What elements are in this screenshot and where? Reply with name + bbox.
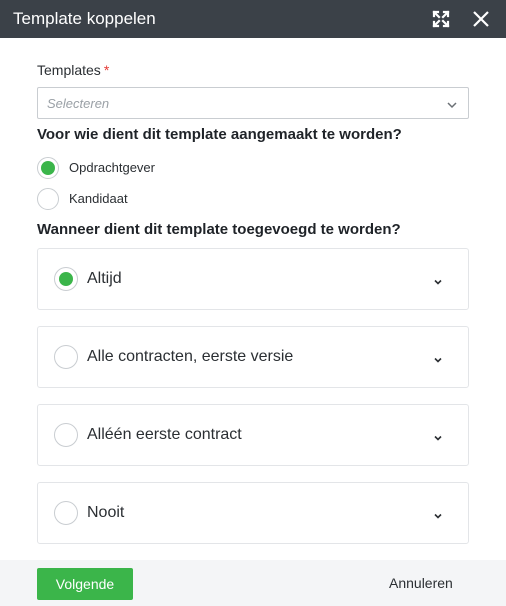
option-card-nooit[interactable]: Nooit xyxy=(37,482,469,544)
radio-label: Opdrachtgever xyxy=(69,160,155,175)
option-label: Alléén eerste contract xyxy=(87,426,242,443)
radio-indicator[interactable] xyxy=(54,423,78,447)
expand-icon[interactable] xyxy=(431,9,451,29)
templates-select[interactable]: Selecteren xyxy=(37,87,469,119)
templates-label-text: Templates xyxy=(37,62,101,78)
chevron-down-icon[interactable] xyxy=(433,430,443,441)
option-card-altijd[interactable]: Altijd xyxy=(37,248,469,310)
radio-indicator-checked[interactable] xyxy=(54,267,78,291)
dialog-title: Template koppelen xyxy=(13,9,156,28)
dialog-titlebar: Template koppelen xyxy=(0,0,506,38)
question-timing: Wanneer dient dit template toegevoegd te… xyxy=(37,221,401,238)
required-marker: * xyxy=(103,62,110,78)
close-icon[interactable] xyxy=(470,8,492,30)
radio-indicator[interactable] xyxy=(37,188,59,210)
templates-label: Templates * xyxy=(37,62,109,78)
option-label: Alle contracten, eerste versie xyxy=(87,348,294,365)
radio-indicator-checked[interactable] xyxy=(37,157,59,179)
option-label: Nooit xyxy=(87,504,125,521)
templates-select-placeholder: Selecteren xyxy=(47,96,110,111)
chevron-down-icon xyxy=(446,98,458,110)
next-button[interactable]: Volgende xyxy=(37,568,133,600)
option-label: Altijd xyxy=(87,270,122,287)
cancel-button[interactable]: Annuleren xyxy=(389,575,453,591)
chevron-down-icon[interactable] xyxy=(433,508,443,519)
chevron-down-icon[interactable] xyxy=(433,352,443,363)
option-card-alle-contracten[interactable]: Alle contracten, eerste versie xyxy=(37,326,469,388)
radio-indicator[interactable] xyxy=(54,345,78,369)
radio-label: Kandidaat xyxy=(69,191,128,206)
question-recipient: Voor wie dient dit template aangemaakt t… xyxy=(37,126,402,143)
option-card-alleen-eerste[interactable]: Alléén eerste contract xyxy=(37,404,469,466)
radio-indicator[interactable] xyxy=(54,501,78,525)
chevron-down-icon[interactable] xyxy=(433,274,443,285)
dialog-footer: Volgende Annuleren xyxy=(0,560,506,606)
